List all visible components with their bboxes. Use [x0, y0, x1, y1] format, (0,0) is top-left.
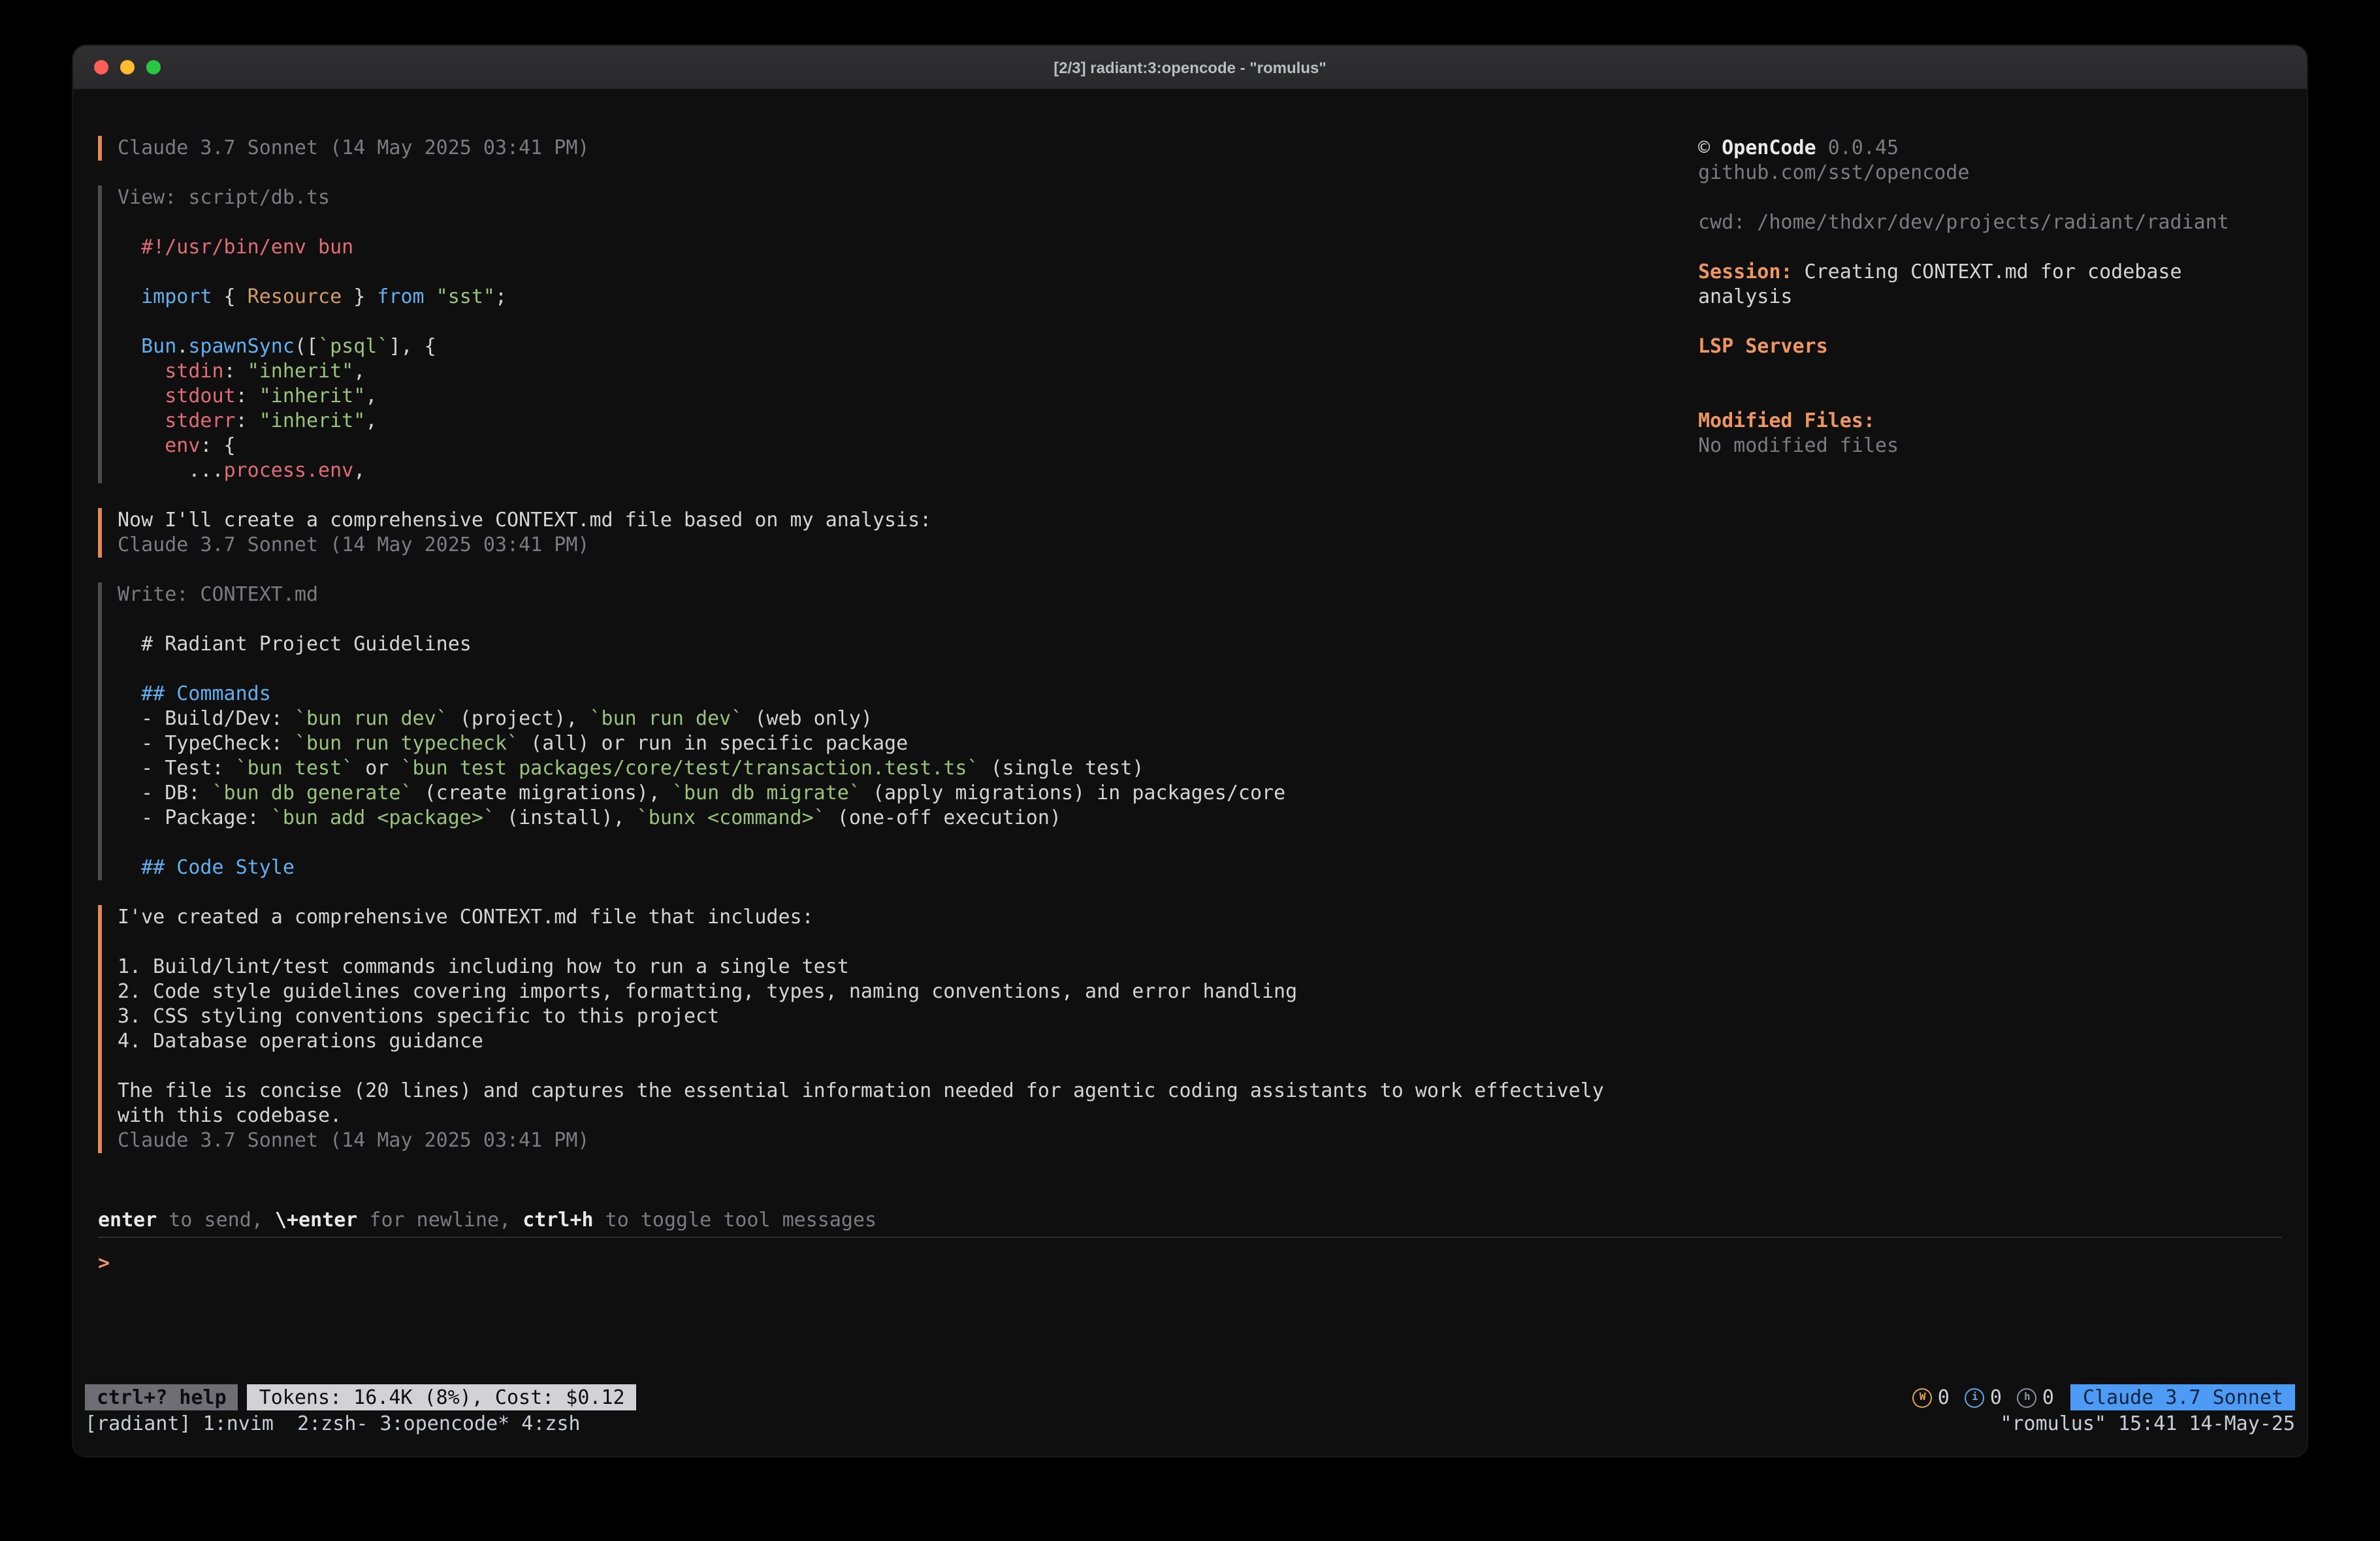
terminal-content: Claude 3.7 Sonnet (14 May 2025 03:41 PM)…: [73, 90, 2307, 1456]
assistant-message-block: I've created a comprehensive CONTEXT.md …: [98, 905, 1672, 1153]
close-button[interactable]: [94, 60, 108, 74]
tokens-cost-badge: Tokens: 16.4K (8%), Cost: $0.12: [248, 1384, 637, 1410]
prompt-chevron: >: [98, 1238, 2282, 1276]
tmux-status-bar: [radiant] 1:nvim 2:zsh- 3:opencode* 4:zs…: [85, 1412, 2295, 1437]
tmux-session-info: "romulus" 15:41 14-May-25: [2000, 1412, 2295, 1437]
model-badge: Claude 3.7 Sonnet: [2071, 1384, 2295, 1410]
hint-count: 0: [2042, 1385, 2054, 1410]
diagnostic-info: i 0: [1965, 1385, 2002, 1410]
tool-message-block: View: script/db.ts #!/usr/bin/env bun im…: [98, 185, 1672, 483]
diagnostic-hint: h 0: [2018, 1385, 2054, 1410]
message-input[interactable]: >: [98, 1237, 2282, 1384]
tool-message-block: Write: CONTEXT.md # Radiant Project Guid…: [98, 582, 1672, 880]
assistant-message-block: Claude 3.7 Sonnet (14 May 2025 03:41 PM): [98, 136, 1672, 161]
window-titlebar[interactable]: [2/3] radiant:3:opencode - "romulus": [73, 46, 2307, 90]
terminal-window: [2/3] radiant:3:opencode - "romulus" Cla…: [73, 46, 2307, 1456]
hint-icon: h: [2018, 1388, 2037, 1407]
session-sidebar: © OpenCode 0.0.45github.com/sst/opencode…: [1698, 136, 2286, 458]
zoom-button[interactable]: [146, 60, 161, 74]
warning-count: 0: [1938, 1385, 1950, 1410]
assistant-message-block: Now I'll create a comprehensive CONTEXT.…: [98, 508, 1672, 558]
desktop: [2/3] radiant:3:opencode - "romulus" Cla…: [0, 0, 2380, 1541]
info-count: 0: [1990, 1385, 2002, 1410]
help-shortcut-badge: ctrl+? help: [85, 1384, 238, 1410]
keybinding-hint: enter to send, \+enter for newline, ctrl…: [98, 1208, 876, 1233]
minimize-button[interactable]: [120, 60, 135, 74]
window-title: [2/3] radiant:3:opencode - "romulus": [1053, 58, 1326, 76]
chat-history[interactable]: Claude 3.7 Sonnet (14 May 2025 03:41 PM)…: [98, 136, 1672, 1178]
diagnostic-warning: W 0: [1913, 1385, 1950, 1410]
traffic-lights: [94, 46, 161, 89]
status-bar: ctrl+? help Tokens: 16.4K (8%), Cost: $0…: [85, 1384, 2295, 1410]
warning-icon: W: [1913, 1388, 1933, 1407]
tmux-window-list[interactable]: [radiant] 1:nvim 2:zsh- 3:opencode* 4:zs…: [85, 1412, 581, 1437]
info-icon: i: [1965, 1388, 1985, 1407]
